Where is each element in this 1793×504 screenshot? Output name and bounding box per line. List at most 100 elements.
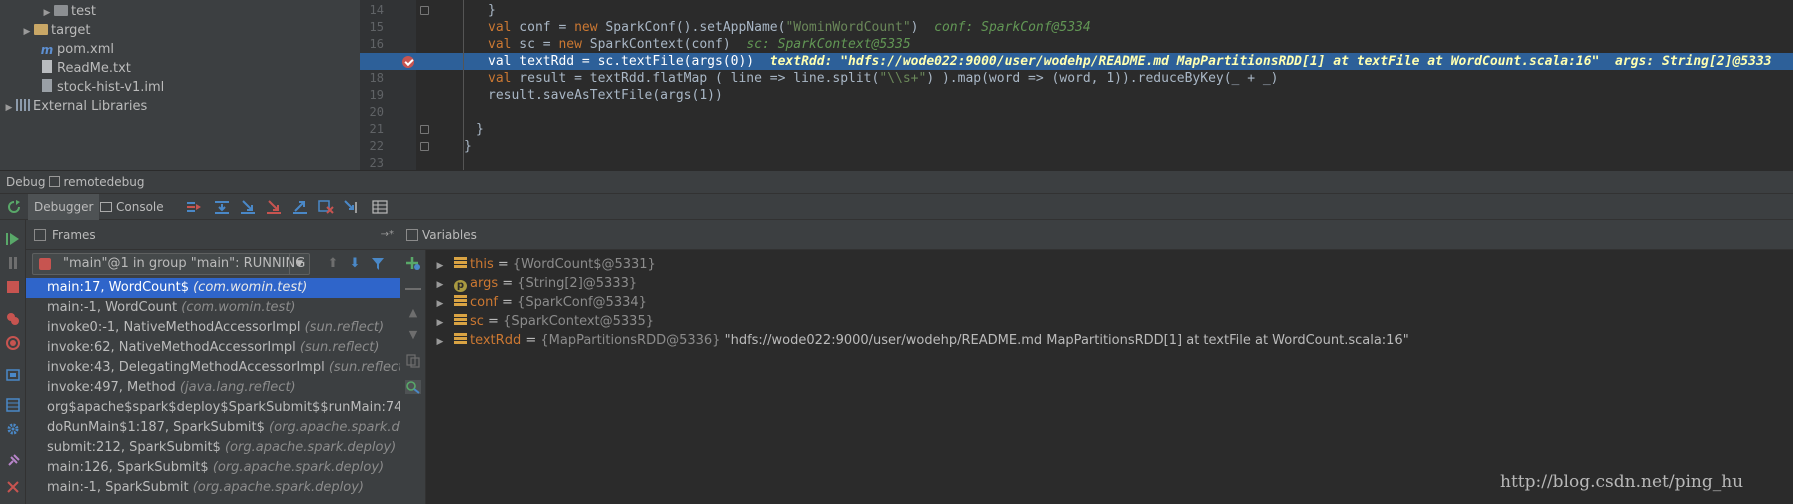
code-line-17[interactable]: val textRdd = sc.textFile(args(0)) textR… (488, 53, 1772, 70)
tree-item-test[interactable]: ▶ test (40, 2, 96, 21)
step-into-icon[interactable] (240, 200, 256, 214)
view-breakpoints-icon[interactable] (6, 312, 20, 326)
frame-row[interactable]: main:17, WordCount$ (com.womin.test) (26, 278, 400, 298)
variable-row-this[interactable]: ▶ this = {WordCount$@5331} (426, 255, 656, 274)
variables-panel: Variables ▲ ▼ ▶ this = {WordCount$@5331} … (400, 220, 1793, 504)
frame-row[interactable]: invoke:497, Method (java.lang.reflect) (26, 378, 400, 398)
thread-selector-row: "main"@1 in group "main": RUNNING ▼ ⬆ ⬇ (26, 250, 400, 278)
run-config-name[interactable]: remotedebug (63, 175, 144, 189)
tab-console[interactable]: Console (94, 194, 170, 220)
tab-debugger[interactable]: Debugger (28, 194, 100, 220)
line-number: 18 (369, 71, 384, 85)
thread-dropdown[interactable]: "main"@1 in group "main": RUNNING ▼ (32, 253, 310, 275)
run-to-cursor-icon[interactable] (344, 200, 360, 214)
fold-marker-icon[interactable] (420, 142, 429, 151)
evaluate-expression-icon[interactable] (372, 200, 388, 214)
console-icon (100, 202, 112, 212)
tree-item-iml[interactable]: stock-hist-v1.iml (40, 78, 164, 97)
frames-icon (34, 229, 46, 241)
filter-icon[interactable] (371, 257, 385, 271)
frame-row[interactable]: invoke:62, NativeMethodAccessorImpl (sun… (26, 338, 400, 358)
rerun-icon[interactable] (6, 200, 22, 214)
step-over-icon[interactable] (214, 200, 230, 214)
frame-row[interactable]: submit:212, SparkSubmit$ (org.apache.spa… (26, 438, 400, 458)
previous-frame-icon[interactable]: ⬆ (326, 257, 340, 271)
expand-arrow-icon[interactable]: ▶ (432, 333, 448, 352)
step-out-icon[interactable] (292, 200, 308, 214)
code-line-22[interactable]: } (464, 138, 472, 155)
inline-debug-value: textRdd: "hdfs://wode022:9000/user/wodeh… (769, 54, 1772, 69)
tree-item-label: test (71, 4, 96, 19)
frame-row[interactable]: org$apache$spark$deploy$SparkSubmit$$run… (26, 398, 400, 418)
tree-item-label: pom.xml (57, 42, 114, 57)
show-watches-icon[interactable] (405, 380, 421, 394)
iml-file-icon (42, 79, 52, 92)
code-line-18[interactable]: val result = textRdd.flatMap ( line => l… (488, 70, 1279, 87)
show-execution-point-icon[interactable] (186, 200, 202, 214)
resume-icon[interactable] (6, 232, 20, 246)
expand-arrow-icon[interactable]: ▶ (2, 99, 16, 118)
force-step-into-icon[interactable] (266, 200, 282, 214)
frame-row[interactable]: main:-1, SparkSubmit (org.apache.spark.d… (26, 478, 400, 498)
tree-item-pom[interactable]: m pom.xml (40, 40, 114, 59)
move-down-icon[interactable]: ▼ (405, 328, 421, 342)
variable-row-sc[interactable]: ▶ sc = {SparkContext@5335} (426, 312, 654, 331)
tree-item-target[interactable]: ▶ target (20, 21, 91, 40)
code-line-19[interactable]: result.saveAsTextFile(args(1)) (488, 87, 723, 104)
chevron-down-icon[interactable]: ▼ (289, 254, 309, 274)
tree-item-label: target (51, 23, 91, 38)
line-number: 16 (369, 37, 384, 51)
pin-panel-icon[interactable]: →* (381, 220, 394, 250)
variable-row-conf[interactable]: ▶ conf = {SparkConf@5334} (426, 293, 647, 312)
next-frame-icon[interactable]: ⬇ (348, 257, 362, 271)
pause-icon[interactable] (6, 256, 20, 270)
frames-header: Frames →* (26, 220, 400, 250)
libraries-icon (16, 99, 30, 111)
mute-breakpoints-icon[interactable] (6, 336, 20, 350)
code-line-16[interactable]: val sc = new SparkContext(conf) sc: Spar… (488, 36, 911, 53)
field-icon (454, 295, 467, 307)
frame-row[interactable]: invoke0:-1, NativeMethodAccessorImpl (su… (26, 318, 400, 338)
close-icon[interactable] (6, 480, 20, 494)
fold-column (402, 0, 464, 170)
variables-tree[interactable]: ▶ this = {WordCount$@5331} ▶ p args = {Stri… (426, 250, 1793, 504)
frame-list[interactable]: main:17, WordCount$ (com.womin.test) mai… (26, 278, 400, 504)
remove-watch-icon[interactable] (405, 288, 421, 290)
variable-row-args[interactable]: ▶ p args = {String[2]@5333} (426, 274, 637, 293)
pin-icon[interactable] (6, 454, 20, 468)
debug-window-title: Debug remotedebug (0, 170, 1793, 193)
parameter-icon: p (454, 280, 467, 292)
frames-panel: Frames →* "main"@1 in group "main": RUNN… (26, 220, 400, 504)
watermark-text: http://blog.csdn.net/ping_hu (1500, 472, 1744, 492)
code-line-14[interactable]: } (488, 2, 496, 19)
tree-item-label: External Libraries (33, 99, 148, 114)
tree-item-readme[interactable]: ReadMe.txt (40, 59, 131, 78)
settings-gear-icon[interactable] (6, 422, 20, 436)
fold-marker-icon[interactable] (420, 6, 429, 15)
fold-marker-icon[interactable] (420, 125, 429, 134)
variable-row-textrdd[interactable]: ▶ textRdd = {MapPartitionsRDD@5336} "hdfs… (426, 331, 1409, 350)
line-number-gutter[interactable]: 14 15 16 17 18 19 20 21 22 23 (360, 0, 416, 170)
drop-frame-icon[interactable] (318, 200, 334, 214)
move-up-icon[interactable]: ▲ (405, 306, 421, 320)
expand-arrow-icon[interactable]: ▶ (20, 23, 34, 42)
inline-debug-value: sc: SparkContext@5335 (746, 37, 911, 52)
code-line-15[interactable]: val conf = new SparkConf().setAppName("W… (488, 19, 1091, 36)
frame-row[interactable]: main:-1, WordCount (com.womin.test) (26, 298, 400, 318)
get-thread-dump-icon[interactable] (6, 368, 20, 382)
tree-item-external-libraries[interactable]: ▶ External Libraries (2, 97, 147, 116)
line-number: 15 (369, 20, 384, 34)
frame-row[interactable]: main:126, SparkSubmit$ (org.apache.spark… (26, 458, 400, 478)
code-editor[interactable]: 14 15 16 17 18 19 20 21 22 23 } val conf… (360, 0, 1793, 170)
code-line-21[interactable]: } (476, 121, 484, 138)
restore-layout-icon[interactable] (6, 398, 20, 412)
stop-icon[interactable] (6, 280, 20, 294)
thread-status-icon (39, 258, 51, 270)
breakpoint-icon[interactable] (402, 56, 414, 68)
copy-icon[interactable] (405, 354, 421, 368)
inline-debug-value: conf: SparkConf@5334 (934, 20, 1091, 35)
frame-row[interactable]: invoke:43, DelegatingMethodAccessorImpl … (26, 358, 400, 378)
frame-row[interactable]: doRunMain$1:187, SparkSubmit$ (org.apach… (26, 418, 400, 438)
field-icon (454, 333, 467, 345)
new-watch-icon[interactable] (405, 256, 421, 270)
